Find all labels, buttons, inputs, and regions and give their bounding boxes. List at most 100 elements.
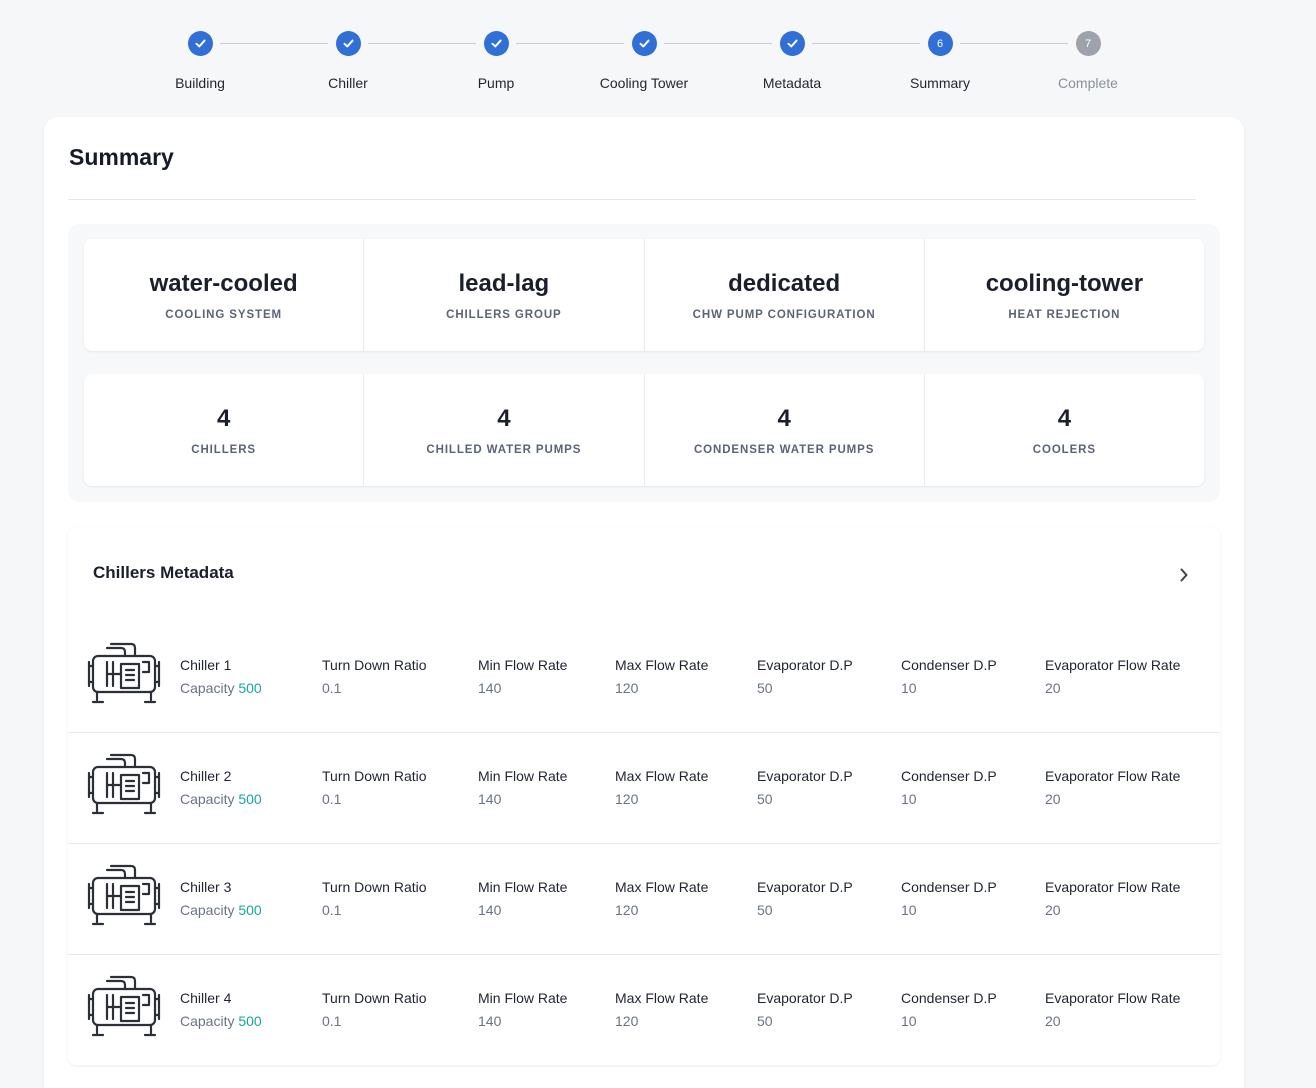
capacity-value: 500 [238, 902, 262, 918]
min-flow-rate-cell: Min Flow Rate 140 [478, 768, 567, 807]
field-label: Evaporator D.P [757, 657, 853, 673]
evaporator-flow-rate-cell: Evaporator Flow Rate 20 [1045, 768, 1180, 807]
evaporator-dp-cell: Evaporator D.P 50 [757, 768, 853, 807]
field-value: 20 [1045, 902, 1061, 918]
field-value: 50 [757, 1013, 773, 1029]
stat-label: CONDENSER WATER PUMPS [693, 443, 875, 456]
chiller-name-cell: Chiller 4 Capacity 500 [180, 990, 262, 1029]
min-flow-rate-cell: Min Flow Rate 140 [478, 990, 567, 1029]
field-label: Condenser D.P [901, 879, 997, 895]
chevron-right-icon[interactable] [1174, 565, 1194, 585]
stat-label: COOLING SYSTEM [165, 308, 282, 321]
capacity-value: 500 [238, 1013, 262, 1029]
step-building[interactable]: Building [120, 31, 280, 91]
field-label: Evaporator Flow Rate [1045, 879, 1181, 895]
field-label: Evaporator Flow Rate [1045, 657, 1181, 673]
config-stats-row: water-cooled COOLING SYSTEM lead-lag CHI… [84, 239, 1204, 351]
stat-label: CHILLERS [191, 443, 256, 456]
check-icon [335, 31, 361, 56]
check-icon [187, 31, 213, 56]
field-value: 120 [615, 791, 639, 807]
stat-condenser-water-pumps: 4 CONDENSER WATER PUMPS [645, 374, 925, 486]
field-value: 120 [615, 680, 639, 696]
field-label: Evaporator Flow Rate [1045, 768, 1181, 784]
stat-value: cooling-tower [985, 269, 1144, 297]
step-label: Building [175, 75, 225, 91]
field-value: 20 [1045, 1013, 1061, 1029]
step-label: Pump [477, 75, 515, 91]
count-stats-row: 4 CHILLERS 4 CHILLED WATER PUMPS 4 CONDE… [84, 374, 1204, 486]
field-value: 20 [1045, 680, 1061, 696]
field-label: Min Flow Rate [478, 990, 568, 1006]
step-label: Metadata [762, 75, 822, 91]
stat-label: COOLERS [1032, 443, 1096, 456]
divider [68, 199, 1196, 200]
field-label: Evaporator D.P [757, 879, 853, 895]
step-metadata[interactable]: Metadata [712, 31, 872, 91]
field-value: 0.1 [322, 1013, 342, 1029]
field-value: 0.1 [322, 791, 342, 807]
field-label: Min Flow Rate [478, 768, 568, 784]
field-label: Turn Down Ratio [322, 657, 427, 673]
check-icon [631, 31, 657, 56]
field-value: 50 [757, 791, 773, 807]
chiller-name: Chiller 1 [180, 657, 232, 673]
check-icon [483, 31, 509, 56]
evaporator-flow-rate-cell: Evaporator Flow Rate 20 [1045, 657, 1180, 696]
max-flow-rate-cell: Max Flow Rate 120 [615, 879, 708, 918]
turn-down-ratio-cell: Turn Down Ratio 0.1 [322, 879, 427, 918]
step-pump[interactable]: Pump [416, 31, 576, 91]
turn-down-ratio-cell: Turn Down Ratio 0.1 [322, 768, 427, 807]
capacity-value: 500 [238, 680, 262, 696]
turn-down-ratio-cell: Turn Down Ratio 0.1 [322, 990, 427, 1029]
field-label: Condenser D.P [901, 990, 997, 1006]
field-value: 50 [757, 902, 773, 918]
field-label: Condenser D.P [901, 768, 997, 784]
step-label: Cooling Tower [599, 75, 689, 91]
list-item: Chiller 3 Capacity 500 Turn Down Ratio 0.… [68, 844, 1220, 955]
stat-value: water-cooled [149, 269, 298, 297]
chillers-list: Chiller 1 Capacity 500 Turn Down Ratio 0.… [68, 622, 1220, 1066]
stat-cooling-system: water-cooled COOLING SYSTEM [84, 239, 365, 351]
evaporator-flow-rate-cell: Evaporator Flow Rate 20 [1045, 990, 1180, 1029]
field-label: Max Flow Rate [615, 768, 709, 784]
step-summary[interactable]: 6 Summary [860, 31, 1020, 91]
condenser-dp-cell: Condenser D.P 10 [901, 768, 997, 807]
chiller-icon [85, 753, 163, 817]
max-flow-rate-cell: Max Flow Rate 120 [615, 657, 708, 696]
field-value: 140 [478, 680, 502, 696]
min-flow-rate-cell: Min Flow Rate 140 [478, 657, 567, 696]
chiller-name: Chiller 3 [180, 879, 232, 895]
field-value: 140 [478, 791, 502, 807]
step-cooling-tower[interactable]: Cooling Tower [564, 31, 724, 91]
step-complete: 7 Complete [1008, 31, 1168, 91]
list-item: Chiller 4 Capacity 500 Turn Down Ratio 0.… [68, 955, 1220, 1066]
field-value: 20 [1045, 791, 1061, 807]
stat-value: lead-lag [458, 269, 550, 297]
stat-chillers-group: lead-lag CHILLERS GROUP [364, 239, 645, 351]
field-value: 10 [901, 791, 917, 807]
capacity-label: Capacity [180, 1013, 235, 1029]
field-value: 10 [901, 1013, 917, 1029]
step-label: Chiller [328, 75, 368, 91]
step-label: Complete [1058, 75, 1118, 91]
chiller-icon [85, 975, 163, 1039]
section-title: Chillers Metadata [93, 563, 234, 582]
step-chiller[interactable]: Chiller [268, 31, 428, 91]
field-label: Condenser D.P [901, 657, 997, 673]
field-label: Turn Down Ratio [322, 879, 427, 895]
stat-value: dedicated [728, 269, 841, 297]
stat-label: CHILLERS GROUP [446, 308, 562, 321]
field-label: Min Flow Rate [478, 657, 568, 673]
chiller-name: Chiller 2 [180, 768, 232, 784]
chiller-icon [85, 642, 163, 706]
stat-chw-pump-configuration: dedicated CHW PUMP CONFIGURATION [645, 239, 925, 351]
field-label: Evaporator Flow Rate [1045, 990, 1181, 1006]
stat-value: 4 [1057, 404, 1072, 432]
field-value: 140 [478, 1013, 502, 1029]
stat-label: CHW PUMP CONFIGURATION [692, 308, 876, 321]
check-icon [779, 31, 805, 56]
stat-value: 4 [216, 404, 231, 432]
summary-card: Summary water-cooled COOLING SYSTEM lead… [44, 117, 1244, 1088]
field-value: 0.1 [322, 902, 342, 918]
